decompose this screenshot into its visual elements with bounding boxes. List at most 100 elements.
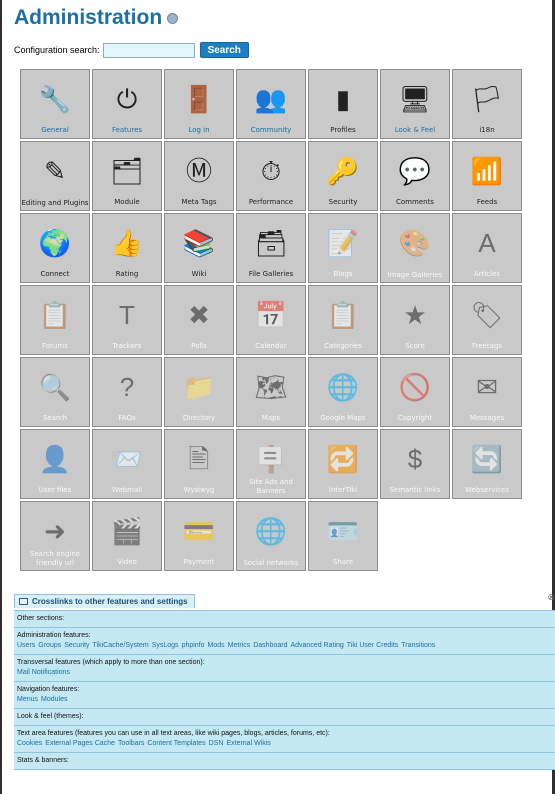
- admin-tile-share[interactable]: 🪪 Share: [308, 501, 378, 571]
- admin-tile-door[interactable]: 🚪 Log in: [164, 69, 234, 139]
- tile-label: InterTiki: [328, 486, 358, 494]
- admin-tile-stopwatch[interactable]: ⏱ Performance: [236, 141, 306, 211]
- crosslink[interactable]: Toolbars: [118, 740, 144, 747]
- admin-tile-webmail[interactable]: 📨 Webmail: [92, 429, 162, 499]
- admin-tile-prohibited[interactable]: 🚫 Copyright: [380, 357, 450, 427]
- admin-tile-google-maps[interactable]: 🌐 Google Maps: [308, 357, 378, 427]
- tile-label: Editing and Plugins: [21, 199, 89, 207]
- search-input[interactable]: [102, 42, 195, 58]
- admin-tile-connect[interactable]: 🌍 Connect: [20, 213, 90, 283]
- google-maps-icon: 🌐: [326, 372, 360, 402]
- crosslink[interactable]: External Wikis: [226, 740, 270, 747]
- window-left-edge: [0, 0, 2, 794]
- admin-tile-search-engine[interactable]: ➜ Search engine friendly url: [20, 501, 90, 571]
- admin-tile-wiki[interactable]: 📚 Wiki: [164, 213, 234, 283]
- crosslink[interactable]: DSN: [209, 740, 224, 747]
- crosslink[interactable]: Transitions: [401, 642, 435, 649]
- crosslink[interactable]: Menus: [17, 696, 38, 703]
- admin-tile-look-feel[interactable]: 🖥 Look & Feel: [380, 69, 450, 139]
- close-icon[interactable]: ⊗: [547, 592, 555, 603]
- crosslink[interactable]: Advanced Rating: [290, 642, 343, 649]
- crosslink[interactable]: Tiki User Credits: [347, 642, 398, 649]
- admin-tile-semantic-links[interactable]: $ Semantic links: [380, 429, 450, 499]
- help-icon[interactable]: [167, 12, 179, 24]
- crosslinks-tab-label: Crosslinks to other features and setting…: [32, 597, 188, 606]
- admin-tile-power[interactable]: ⏻ Features: [92, 69, 162, 139]
- admin-tile-tools[interactable]: 🔧 General: [20, 69, 90, 139]
- admin-tile-speech-bubble[interactable]: 💬 Comments: [380, 141, 450, 211]
- admin-tile-key[interactable]: 🔑 Security: [308, 141, 378, 211]
- crosslink[interactable]: Cookies: [17, 740, 42, 747]
- admin-tile-forums[interactable]: 📋 Forums: [20, 285, 90, 355]
- admin-tile-trackers[interactable]: T Trackers: [92, 285, 162, 355]
- crosslink[interactable]: Security: [64, 642, 89, 649]
- wysiwyg-icon: 🖹: [188, 444, 210, 474]
- tile-label: Score: [405, 342, 425, 350]
- search-button[interactable]: Search: [199, 42, 249, 58]
- tile-label: Log in: [188, 126, 210, 134]
- crosslink[interactable]: Modules: [41, 696, 67, 703]
- crosslinks-tab[interactable]: Crosslinks to other features and setting…: [14, 594, 195, 608]
- tile-label: Social networks: [243, 559, 299, 567]
- tools-icon: 🔧: [38, 84, 72, 114]
- admin-tile-polls[interactable]: ✖ Polls: [164, 285, 234, 355]
- crosslink[interactable]: TikiCache/System: [93, 642, 149, 649]
- tile-label: Module: [114, 198, 140, 206]
- crosslink[interactable]: Mail Notifications: [17, 669, 70, 676]
- admin-tile-messages[interactable]: ✉ Messages: [452, 357, 522, 427]
- admin-tile-blogs[interactable]: 📝 Blogs: [308, 213, 378, 283]
- tile-label: Webservices: [465, 486, 509, 494]
- admin-tile-intertiki[interactable]: 🔁 InterTiki: [308, 429, 378, 499]
- tile-label: Look & Feel: [394, 126, 436, 134]
- admin-tile-tag[interactable]: 🏷 Freetags: [452, 285, 522, 355]
- admin-tile-webservices[interactable]: 🔄 Webservices: [452, 429, 522, 499]
- admin-tile-calendar[interactable]: 📅 Calendar: [236, 285, 306, 355]
- crosslink[interactable]: Mods: [208, 642, 225, 649]
- section-links: Menus Modules: [17, 695, 553, 705]
- admin-tile-flag[interactable]: 🏳 i18n: [452, 69, 522, 139]
- admin-tile-user-files[interactable]: 👤 User files: [20, 429, 90, 499]
- page-title: Administration: [14, 6, 179, 30]
- admin-tile-articles[interactable]: A Articles: [452, 213, 522, 283]
- crosslink[interactable]: Content Templates: [147, 740, 205, 747]
- admin-tile-categories[interactable]: 📋 Categories: [308, 285, 378, 355]
- admin-tile-video[interactable]: 🎬 Video: [92, 501, 162, 571]
- admin-tile-meta-tags[interactable]: Ⓜ Meta Tags: [164, 141, 234, 211]
- admin-tile-payment[interactable]: 💳 Payment: [164, 501, 234, 571]
- forums-icon: 📋: [38, 300, 72, 330]
- tile-label: Payment: [183, 558, 215, 566]
- admin-tile-edit[interactable]: ✎ Editing and Plugins: [20, 141, 90, 211]
- admin-tile-banners[interactable]: 🪧 Site Ads and Banners: [236, 429, 306, 499]
- admin-tile-file-galleries[interactable]: 🗃 File Galleries: [236, 213, 306, 283]
- crosslink[interactable]: Dashboard: [253, 642, 287, 649]
- meta-tags-icon: Ⓜ: [185, 156, 212, 186]
- crosslinks-section: Stats & banners:: [14, 753, 555, 770]
- crosslink[interactable]: Metrics: [228, 642, 251, 649]
- tile-label: Articles: [473, 270, 501, 278]
- intertiki-icon: 🔁: [326, 444, 360, 474]
- admin-tile-palette[interactable]: 🎨 Image Galleries: [380, 213, 450, 283]
- admin-tile-question[interactable]: ? FAQs: [92, 357, 162, 427]
- admin-tile-map[interactable]: 🗺 Maps: [236, 357, 306, 427]
- crosslink[interactable]: phpinfo: [182, 642, 205, 649]
- crosslink[interactable]: Users: [17, 642, 35, 649]
- user-files-icon: 👤: [38, 444, 72, 474]
- crosslink[interactable]: External Pages Cache: [45, 740, 115, 747]
- admin-tile-rss[interactable]: 📶 Feeds: [452, 141, 522, 211]
- admin-tile-stars[interactable]: ★ Score: [380, 285, 450, 355]
- tile-label: Connect: [40, 270, 70, 278]
- admin-tile-wysiwyg[interactable]: 🖹 Wysiwyg: [164, 429, 234, 499]
- crosslink[interactable]: SysLogs: [152, 642, 179, 649]
- admin-tile-rating[interactable]: 👍 Rating: [92, 213, 162, 283]
- calendar-icon: 📅: [254, 300, 288, 330]
- crosslink[interactable]: Groups: [38, 642, 61, 649]
- admin-tile-social-networks[interactable]: 🌐 Social networks: [236, 501, 306, 571]
- admin-tile-profiles[interactable]: ▮ Profiles: [308, 69, 378, 139]
- tile-label: Trackers: [112, 342, 142, 350]
- tile-label: Webmail: [111, 486, 143, 494]
- tile-label: Image Galleries: [387, 271, 443, 279]
- admin-tile-directory[interactable]: 📁 Directory: [164, 357, 234, 427]
- admin-tile-magnifier[interactable]: 🔍 Search: [20, 357, 90, 427]
- admin-tile-community[interactable]: 👥 Community: [236, 69, 306, 139]
- admin-tile-module[interactable]: 🗂 Module: [92, 141, 162, 211]
